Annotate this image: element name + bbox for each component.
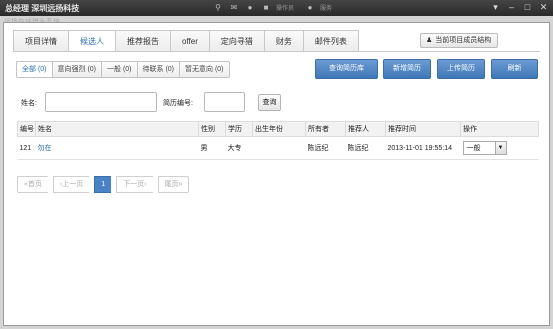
- cell-owner: 陈远纪: [305, 136, 346, 160]
- col-recommend-time: 推荐时间: [385, 121, 461, 137]
- cell-action: 一般 ▼: [460, 136, 539, 160]
- search-icon[interactable]: ⚲: [212, 2, 224, 13]
- filter-all[interactable]: 全部 (0): [16, 61, 52, 78]
- project-members-button[interactable]: ♟ 当前项目成员结构: [420, 33, 498, 48]
- name-input[interactable]: [45, 92, 157, 112]
- new-resume-button[interactable]: 新增简历: [383, 59, 431, 79]
- service-label[interactable]: 服务: [320, 3, 332, 12]
- col-owner: 所有者: [305, 121, 346, 137]
- table-row: 121 勿在 男 大专 陈远纪 陈远纪 2013-11-01 19:55:14 …: [17, 136, 539, 160]
- upload-resume-button[interactable]: 上传简历: [437, 59, 485, 79]
- cell-education: 大专: [225, 136, 253, 160]
- topbar-icons: ⚲ ✉ ● ■ 操作员 ● 服务: [212, 2, 338, 13]
- mail-icon[interactable]: ✉: [228, 2, 240, 13]
- page-last[interactable]: 尾页»: [157, 176, 190, 193]
- menu-chevron-icon[interactable]: ▾: [490, 2, 501, 13]
- query-resume-db-button[interactable]: 查询简历库: [315, 59, 378, 79]
- pager-gap: [153, 176, 158, 193]
- pagination: «首页 ‹上一页 1 下一页› 尾页»: [17, 176, 190, 193]
- page-prev[interactable]: ‹上一页: [52, 176, 90, 193]
- operator-icon[interactable]: ■: [260, 2, 272, 13]
- table-header-row: 编号 姓名 性别 学历 出生年份 所有者 推荐人 推荐时间 操作: [17, 121, 539, 137]
- filter-no-interest[interactable]: 暂无意向 (0): [179, 61, 230, 78]
- filter-strong-interest[interactable]: 意向强烈 (0): [51, 61, 101, 78]
- refresh-button[interactable]: 刷新: [491, 59, 538, 79]
- col-referrer: 推荐人: [345, 121, 386, 137]
- filter-normal[interactable]: 一般 (0): [101, 61, 137, 78]
- cell-birth-year: [252, 136, 306, 160]
- tab-mail-list[interactable]: 邮件列表: [302, 30, 359, 52]
- interest-level-value: 一般: [466, 145, 481, 152]
- interest-level-select[interactable]: 一般 ▼: [462, 141, 507, 155]
- candidate-name-link[interactable]: 勿在: [35, 136, 199, 160]
- app-title: 总经理 深圳远扬科技: [5, 4, 80, 13]
- col-birth-year: 出生年份: [252, 121, 306, 137]
- cell-recommend-time: 2013-11-01 19:55:14: [385, 136, 461, 160]
- filter-to-contact[interactable]: 待联系 (0): [136, 61, 179, 78]
- candidate-table: 编号 姓名 性别 学历 出生年份 所有者 推荐人 推荐时间 操作 121 勿在 …: [17, 121, 539, 160]
- service-icon[interactable]: ●: [304, 2, 316, 13]
- col-id: 编号: [17, 121, 36, 137]
- cell-gender: 男: [198, 136, 226, 160]
- query-button[interactable]: 查询: [258, 94, 281, 111]
- col-education: 学历: [225, 121, 253, 137]
- tab-offer[interactable]: offer: [170, 30, 209, 52]
- tab-candidates[interactable]: 候选人: [68, 30, 115, 52]
- col-action: 操作: [460, 121, 539, 137]
- maximize-icon[interactable]: □: [522, 2, 533, 13]
- close-icon[interactable]: ✕: [538, 2, 549, 13]
- tab-divider: [13, 51, 540, 52]
- group-icon: ♟: [426, 37, 433, 44]
- window-controls: ▾ – □ ✕: [490, 2, 549, 13]
- resume-no-label: 简历编号:: [163, 100, 193, 107]
- name-label: 姓名:: [21, 100, 37, 107]
- resume-no-input[interactable]: [204, 92, 245, 112]
- status-filter-group: 全部 (0) 意向强烈 (0) 一般 (0) 待联系 (0) 暂无意向 (0): [16, 61, 230, 78]
- tab-finance[interactable]: 财务: [263, 30, 303, 52]
- col-name: 姓名: [35, 121, 199, 137]
- project-members-label: 当前项目成员结构: [435, 37, 492, 44]
- chevron-down-icon[interactable]: ▼: [494, 142, 506, 154]
- project-dialog: 项目详情 候选人 推荐报告 offer 定向寻猎 财务 邮件列表 ♟ 当前项目成…: [3, 22, 550, 326]
- tab-project-details[interactable]: 项目详情: [13, 30, 68, 52]
- tab-bar: 项目详情 候选人 推荐报告 offer 定向寻猎 财务 邮件列表: [13, 30, 359, 52]
- page-current[interactable]: 1: [94, 176, 112, 193]
- cell-id: 121: [17, 136, 36, 160]
- operator-label[interactable]: 操作员: [276, 3, 294, 12]
- page-first[interactable]: «首页: [17, 176, 48, 193]
- minimize-icon[interactable]: –: [506, 2, 517, 13]
- title-bar: 总经理 深圳远扬科技 ⚲ ✉ ● ■ 操作员 ● 服务 ▾ – □ ✕: [0, 0, 553, 16]
- tab-targeted-search[interactable]: 定向寻猎: [208, 30, 264, 52]
- cell-referrer: 陈远纪: [345, 136, 386, 160]
- tab-recommend-report[interactable]: 推荐报告: [115, 30, 170, 52]
- user-icon[interactable]: ●: [244, 2, 256, 13]
- col-gender: 性别: [198, 121, 226, 137]
- page-next[interactable]: 下一页›: [116, 176, 153, 193]
